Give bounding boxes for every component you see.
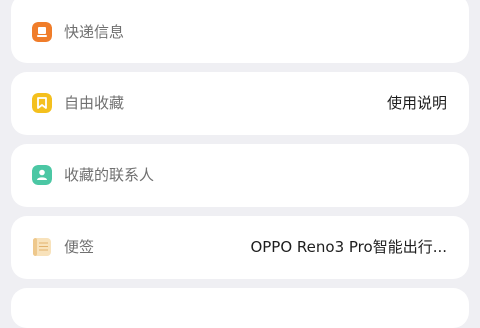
list-item-partial[interactable]: [11, 288, 469, 328]
package-icon: [32, 22, 52, 42]
list-item-free-collection[interactable]: 自由收藏 使用说明: [11, 72, 469, 135]
bookmark-icon: [32, 93, 52, 113]
list-item-label: 快递信息: [64, 23, 125, 41]
favorites-list-screen: 快递信息 自由收藏 使用说明 收藏的联系人 便签 OPPO Reno3 Pro智…: [0, 0, 480, 328]
notepad-icon: [33, 238, 51, 256]
contact-icon: [32, 165, 52, 185]
list-item-express-info[interactable]: 快递信息: [11, 0, 469, 63]
list-item-favorite-contacts[interactable]: 收藏的联系人: [11, 144, 469, 207]
note-preview: OPPO Reno3 Pro智能出行...: [250, 238, 447, 256]
usage-instructions-link[interactable]: 使用说明: [387, 93, 447, 113]
list-item-label: 收藏的联系人: [64, 166, 155, 184]
list-item-label: 便签: [64, 238, 95, 256]
list-item-notes[interactable]: 便签 OPPO Reno3 Pro智能出行...: [11, 216, 469, 279]
list-item-label: 自由收藏: [64, 94, 125, 112]
